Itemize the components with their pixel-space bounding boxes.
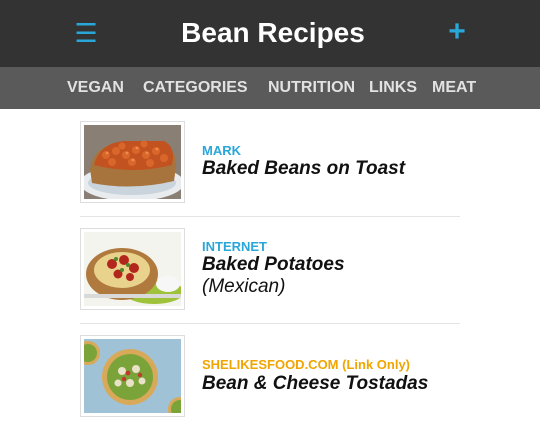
recipe-source: MARK xyxy=(202,143,241,158)
recipe-thumbnail xyxy=(80,228,185,310)
category-nav: VEGAN CATEGORIES NUTRITION LINKS MEAT xyxy=(0,67,540,109)
recipe-row[interactable]: SHELIKESFOOD.COM (Link Only) Bean & Chee… xyxy=(80,323,460,430)
nav-item-meat[interactable]: MEAT xyxy=(432,67,476,109)
plus-icon[interactable]: + xyxy=(444,17,470,47)
nav-item-links[interactable]: LINKS xyxy=(369,67,417,109)
nav-item-categories[interactable]: CATEGORIES xyxy=(143,67,248,109)
tostadas-photo xyxy=(84,339,181,413)
baked-beans-on-toast-photo xyxy=(84,125,181,199)
recipe-title: Bean & Cheese Tostadas xyxy=(202,373,429,394)
nav-item-vegan[interactable]: VEGAN xyxy=(67,67,124,109)
app-header: ☰ Bean Recipes + xyxy=(0,0,540,67)
recipe-thumbnail xyxy=(80,121,185,203)
recipe-title: Baked Potatoes xyxy=(202,254,345,275)
recipe-source: SHELIKESFOOD.COM (Link Only) xyxy=(202,357,411,372)
recipe-row[interactable]: MARK Baked Beans on Toast xyxy=(80,109,460,217)
recipe-source: INTERNET xyxy=(202,239,267,254)
recipe-title: Baked Beans on Toast xyxy=(202,158,406,179)
baked-potato-photo xyxy=(84,232,181,306)
recipe-subtitle: (Mexican) xyxy=(202,276,286,297)
nav-item-nutrition[interactable]: NUTRITION xyxy=(268,67,355,109)
recipe-row[interactable]: INTERNET Baked Potatoes (Mexican) xyxy=(80,216,460,324)
